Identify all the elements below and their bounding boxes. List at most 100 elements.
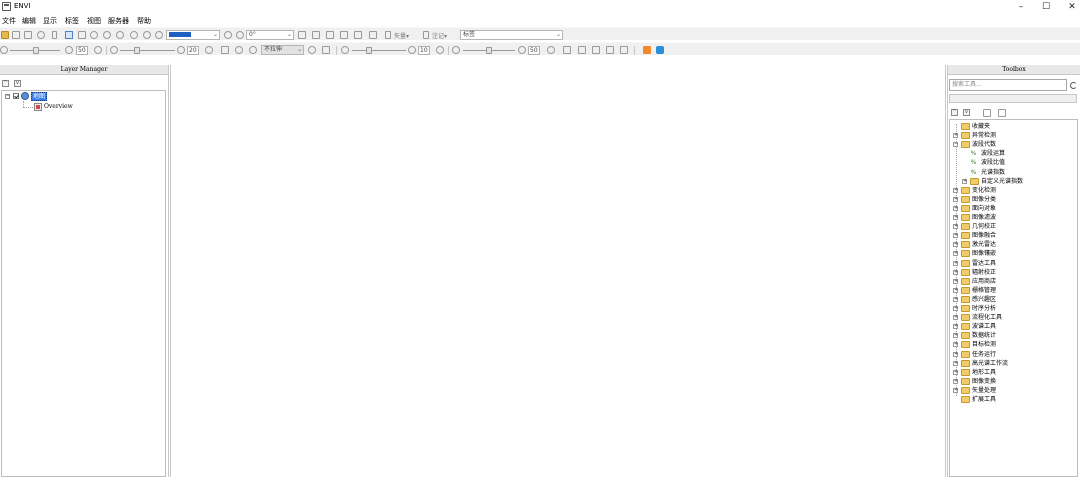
tree-expander[interactable]: + bbox=[953, 378, 958, 384]
minimize-button[interactable]: – bbox=[1007, 0, 1035, 14]
pin-icon[interactable] bbox=[52, 31, 57, 39]
expand-all-button[interactable]: v bbox=[963, 109, 970, 116]
brightness-slider-handle[interactable] bbox=[33, 47, 39, 54]
transparency-reset-icon[interactable] bbox=[518, 46, 526, 54]
tree-expander[interactable]: + bbox=[953, 260, 958, 266]
refresh-icon[interactable] bbox=[94, 46, 102, 54]
tree-expander[interactable]: + bbox=[953, 233, 958, 239]
toolbox-tree-item[interactable]: 收藏夹 bbox=[953, 122, 1073, 131]
layer-root-checkbox[interactable] bbox=[13, 93, 19, 99]
sharpen-value[interactable]: 10 bbox=[418, 46, 430, 55]
spectral-profile-icon[interactable] bbox=[340, 31, 348, 39]
layer-root-label[interactable]: 地图 bbox=[31, 92, 48, 101]
toolbox-tree-item[interactable]: + 变化检测 bbox=[953, 186, 1073, 195]
toolbox-tree-item[interactable]: + 自定义光谱指数 bbox=[962, 177, 1073, 186]
tree-expander[interactable]: + bbox=[953, 306, 958, 311]
annotation-menu[interactable]: 注记▾ bbox=[432, 31, 447, 40]
toolbox-tree-item[interactable]: + 激光雷达 bbox=[953, 240, 1073, 249]
toolbox-tree-item[interactable]: + 时序分析 bbox=[953, 304, 1073, 313]
zoom-out-icon[interactable] bbox=[130, 31, 138, 39]
toolbox-tree-item[interactable]: + 图像镶嵌 bbox=[953, 249, 1073, 258]
tree-expander[interactable]: + bbox=[953, 387, 958, 393]
tree-expander[interactable]: + bbox=[953, 287, 958, 293]
panel-splitter-left[interactable] bbox=[170, 65, 171, 477]
map-view[interactable] bbox=[172, 65, 945, 477]
transparency-value[interactable]: 50 bbox=[528, 46, 540, 55]
remove-favorite-icon[interactable] bbox=[998, 109, 1006, 117]
contrast-reset-icon[interactable] bbox=[177, 46, 185, 54]
tree-expander[interactable]: + bbox=[953, 360, 958, 366]
keyboard-icon[interactable] bbox=[369, 31, 377, 39]
sharpen-slider-handle[interactable] bbox=[366, 47, 372, 54]
toolbox-tree-item[interactable]: + 辐射校正 bbox=[953, 268, 1073, 277]
zoom-scale-combo[interactable]: ⌄ bbox=[166, 30, 220, 40]
stretch-histogram-icon[interactable] bbox=[221, 46, 229, 54]
tree-expander[interactable]: + bbox=[953, 342, 958, 348]
collapse-all-button[interactable]: ^ bbox=[951, 109, 958, 116]
vector-menu[interactable]: 矢量▾ bbox=[394, 31, 409, 40]
stretch-apply-icon[interactable] bbox=[249, 46, 257, 54]
tree-expander[interactable]: + bbox=[953, 251, 958, 257]
layer-root-expander[interactable]: − bbox=[5, 94, 10, 99]
annotation-icon[interactable] bbox=[423, 31, 429, 39]
toolbox-tree-item[interactable]: + 雷达工具 bbox=[953, 259, 1073, 268]
toolbox-tree-item[interactable]: + 高光谱工作流 bbox=[953, 359, 1073, 368]
tree-expander[interactable]: + bbox=[953, 133, 958, 139]
rotate-icon[interactable] bbox=[90, 31, 98, 39]
toolbox-tree-item[interactable]: % 波段比值 bbox=[962, 158, 1073, 167]
tree-expander[interactable]: + bbox=[953, 278, 958, 284]
select-icon[interactable] bbox=[65, 31, 73, 39]
toolbox-tree-item[interactable]: + 目标检测 bbox=[953, 340, 1073, 349]
menu-display[interactable]: 显示 bbox=[43, 16, 57, 26]
toolbox-bag-icon[interactable] bbox=[643, 46, 651, 54]
toolbox-tree-item[interactable]: + 图像变换 bbox=[953, 377, 1073, 386]
refresh-icon[interactable] bbox=[308, 46, 316, 54]
refresh-icon[interactable] bbox=[547, 46, 555, 54]
open-file-icon[interactable] bbox=[1, 31, 9, 39]
sharpen-slider-track[interactable] bbox=[352, 50, 406, 51]
refresh-icon[interactable] bbox=[1070, 82, 1077, 89]
tree-expander[interactable]: + bbox=[953, 351, 958, 357]
menu-file[interactable]: 文件 bbox=[2, 16, 16, 26]
tree-expander[interactable]: + bbox=[953, 324, 958, 330]
tree-expander[interactable]: − bbox=[953, 142, 958, 148]
toolbox-tree-item[interactable]: + 矢量处理 bbox=[953, 386, 1073, 395]
brightness-value[interactable]: 50 bbox=[76, 46, 88, 55]
contrast-value[interactable]: 20 bbox=[187, 46, 199, 55]
cursor-value-icon[interactable] bbox=[312, 31, 320, 39]
fit-extent-icon[interactable] bbox=[155, 31, 163, 39]
toolbox-tree-item[interactable]: + 几何校正 bbox=[953, 222, 1073, 231]
toolbox-tree-item[interactable]: 扩展工具 bbox=[953, 395, 1073, 404]
toolbox-tree-item[interactable]: + 感兴趣区 bbox=[953, 295, 1073, 304]
refresh-icon[interactable] bbox=[205, 46, 213, 54]
menu-view[interactable]: 视图 bbox=[87, 16, 101, 26]
toolbox-tree-item[interactable]: − 波段代数 bbox=[953, 140, 1073, 149]
chat-icon[interactable] bbox=[656, 46, 664, 54]
brightness-reset-icon[interactable] bbox=[65, 46, 73, 54]
toolbox-tree-item[interactable]: + 栅格管理 bbox=[953, 286, 1073, 295]
portal-icon[interactable] bbox=[563, 46, 571, 54]
tree-expander[interactable]: + bbox=[953, 269, 958, 275]
display-icon[interactable] bbox=[24, 31, 32, 39]
maximize-button[interactable]: ☐ bbox=[1032, 0, 1060, 14]
toolbox-tree-item[interactable]: + 地形工具 bbox=[953, 368, 1073, 377]
tree-expander[interactable]: + bbox=[953, 224, 958, 230]
annotation-type-combo[interactable]: 标签 ⌄ bbox=[460, 30, 563, 40]
sharpen-reset-icon[interactable] bbox=[408, 46, 416, 54]
menu-server[interactable]: 服务器 bbox=[108, 16, 129, 26]
crosshair-icon[interactable] bbox=[37, 31, 45, 39]
pan-icon[interactable] bbox=[78, 31, 86, 39]
menu-help[interactable]: 帮助 bbox=[137, 16, 151, 26]
tree-expander[interactable]: + bbox=[953, 196, 958, 202]
vector-icon[interactable] bbox=[385, 31, 391, 39]
region-icon[interactable] bbox=[354, 31, 362, 39]
toolbox-tree-item[interactable]: + 应用商店 bbox=[953, 277, 1073, 286]
overview-label[interactable]: Overview bbox=[44, 103, 73, 111]
contrast-slider-track[interactable] bbox=[120, 50, 175, 51]
stretch-settings-icon[interactable] bbox=[235, 46, 243, 54]
contrast-slider-handle[interactable] bbox=[134, 47, 140, 54]
equalize-icon[interactable] bbox=[322, 46, 330, 54]
transparency-slider-handle[interactable] bbox=[486, 47, 492, 54]
tree-expander[interactable]: + bbox=[953, 187, 958, 193]
refresh-icon[interactable] bbox=[436, 46, 444, 54]
